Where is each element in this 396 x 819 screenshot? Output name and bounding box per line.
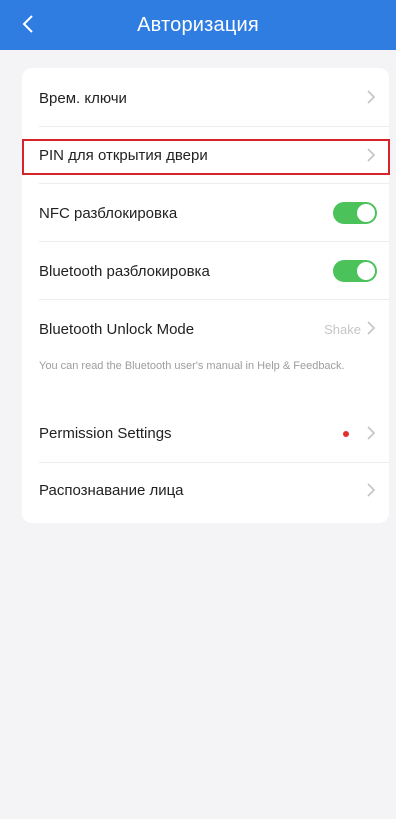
bluetooth-mode-label: Bluetooth Unlock Mode	[39, 321, 195, 338]
temp-keys-label: Врем. ключи	[39, 90, 127, 107]
bluetooth-mode-value: Shake	[324, 322, 361, 337]
chevron-right-icon	[367, 321, 376, 335]
chevron-left-icon	[22, 15, 33, 33]
settings-card: Врем. ключи PIN для открытия двери NFC р…	[22, 68, 389, 523]
face-recognition-label: Распознавание лица	[39, 482, 184, 499]
header-bar: Авторизация	[0, 0, 396, 50]
bluetooth-mode-row[interactable]: Bluetooth Unlock Mode Shake	[22, 300, 389, 356]
permission-settings-row[interactable]: Permission Settings	[22, 405, 389, 461]
face-recognition-row[interactable]: Распознавание лица	[22, 463, 389, 519]
chevron-right-icon	[367, 148, 376, 162]
door-pin-row[interactable]: PIN для открытия двери	[22, 127, 389, 183]
chevron-right-icon	[367, 426, 376, 440]
chevron-right-icon	[367, 483, 376, 497]
bluetooth-unlock-row: Bluetooth разблокировка	[22, 242, 389, 299]
nfc-unlock-toggle[interactable]	[333, 202, 377, 224]
notification-dot	[343, 431, 349, 437]
toggle-knob	[357, 262, 375, 280]
page-title: Авторизация	[137, 13, 259, 36]
permission-settings-label: Permission Settings	[39, 425, 172, 442]
app-screen: Авторизация Врем. ключи PIN для открытия…	[0, 0, 396, 819]
toggle-knob	[357, 204, 375, 222]
nfc-unlock-row: NFC разблокировка	[22, 184, 389, 241]
door-pin-label: PIN для открытия двери	[39, 147, 208, 164]
bluetooth-hint-text: You can read the Bluetooth user's manual…	[39, 360, 345, 372]
back-button[interactable]	[14, 9, 42, 39]
chevron-right-icon	[367, 90, 376, 104]
nfc-unlock-label: NFC разблокировка	[39, 205, 178, 222]
bluetooth-unlock-toggle[interactable]	[333, 260, 377, 282]
bluetooth-unlock-label: Bluetooth разблокировка	[39, 263, 210, 280]
temp-keys-row[interactable]: Врем. ключи	[22, 68, 389, 126]
